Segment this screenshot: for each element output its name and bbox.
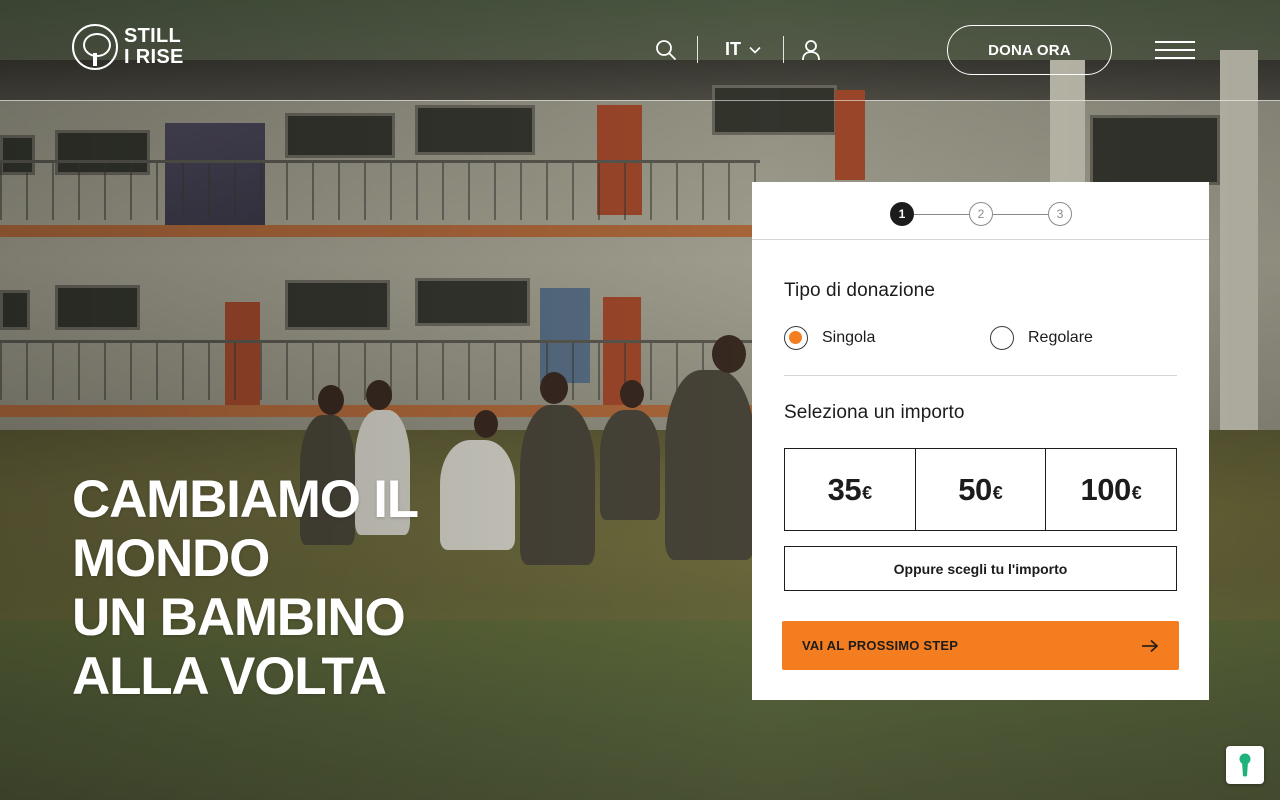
donation-type-title: Tipo di donazione — [784, 280, 935, 301]
amount-currency: € — [1131, 483, 1142, 503]
amount-50-button[interactable]: 50 € — [914, 449, 1046, 530]
headline-line-3: UN BAMBINO — [72, 588, 406, 647]
chevron-down-icon — [749, 46, 761, 54]
amount-currency: € — [862, 483, 873, 503]
logo-line-2: I RISE — [124, 46, 184, 68]
radio-unselected-icon — [990, 326, 1014, 350]
language-code: IT — [725, 39, 741, 59]
language-selector[interactable]: IT — [725, 39, 761, 60]
section-divider — [784, 375, 1177, 376]
radio-regular[interactable]: Regolare — [990, 326, 1093, 350]
radio-regular-label: Regolare — [1028, 329, 1093, 346]
headline-line-2: MONDO — [72, 529, 270, 588]
header-divider — [783, 36, 784, 63]
tree-logo-icon — [72, 24, 118, 70]
step-connector — [914, 214, 969, 215]
user-icon — [802, 40, 820, 61]
site-header: STILL I RISE IT DONA ORA — [0, 0, 1280, 101]
step-2: 2 — [969, 202, 993, 226]
step-1: 1 — [890, 202, 914, 226]
hamburger-menu-icon — [1155, 49, 1195, 51]
step-3: 3 — [1048, 202, 1072, 226]
hamburger-menu-icon — [1155, 57, 1195, 59]
amount-value: 35 — [827, 471, 862, 507]
amount-value: 50 — [958, 471, 992, 507]
hamburger-menu-button[interactable] — [1155, 41, 1195, 59]
hamburger-menu-icon — [1155, 41, 1195, 43]
radio-single[interactable]: Singola — [784, 326, 875, 350]
keyhole-icon — [1239, 753, 1251, 777]
privacy-settings-button[interactable] — [1226, 746, 1264, 784]
headline-line-4: ALLA VOLTA — [72, 647, 387, 706]
amount-100-button[interactable]: 100 € — [1045, 449, 1176, 530]
radio-single-label: Singola — [822, 329, 876, 346]
header-divider — [697, 36, 698, 63]
amount-35-button[interactable]: 35 € — [785, 449, 915, 530]
arrow-right-icon — [1142, 639, 1159, 652]
next-step-label: VAI AL PROSSIMO STEP — [802, 638, 959, 653]
custom-amount-button[interactable]: Oppure scegli tu l'importo — [784, 546, 1177, 591]
logo-wordmark: STILL I RISE — [124, 26, 184, 68]
step-connector — [993, 214, 1048, 215]
next-step-button[interactable]: VAI AL PROSSIMO STEP — [782, 621, 1179, 670]
still-i-rise-logo[interactable]: STILL I RISE — [72, 24, 184, 70]
amount-value: 100 — [1080, 471, 1132, 507]
donate-now-button[interactable]: DONA ORA — [947, 25, 1112, 75]
radio-selected-icon — [784, 326, 808, 350]
amount-title: Seleziona un importo — [784, 402, 965, 423]
donation-form-card: 1 2 3 Tipo di donazione Singola Regolare… — [752, 182, 1209, 700]
hero-headline: CAMBIAMO IL MONDO UN BAMBINO ALLA VOLTA — [72, 470, 419, 706]
logo-line-1: STILL — [124, 25, 182, 47]
headline-line-1: CAMBIAMO IL — [72, 470, 419, 529]
search-button[interactable] — [654, 38, 678, 62]
amount-options: 35 € 50 € 100 € — [784, 448, 1177, 531]
amount-currency: € — [992, 483, 1003, 503]
step-indicator: 1 2 3 — [752, 182, 1209, 240]
search-icon — [656, 40, 676, 60]
account-button[interactable] — [799, 38, 823, 62]
